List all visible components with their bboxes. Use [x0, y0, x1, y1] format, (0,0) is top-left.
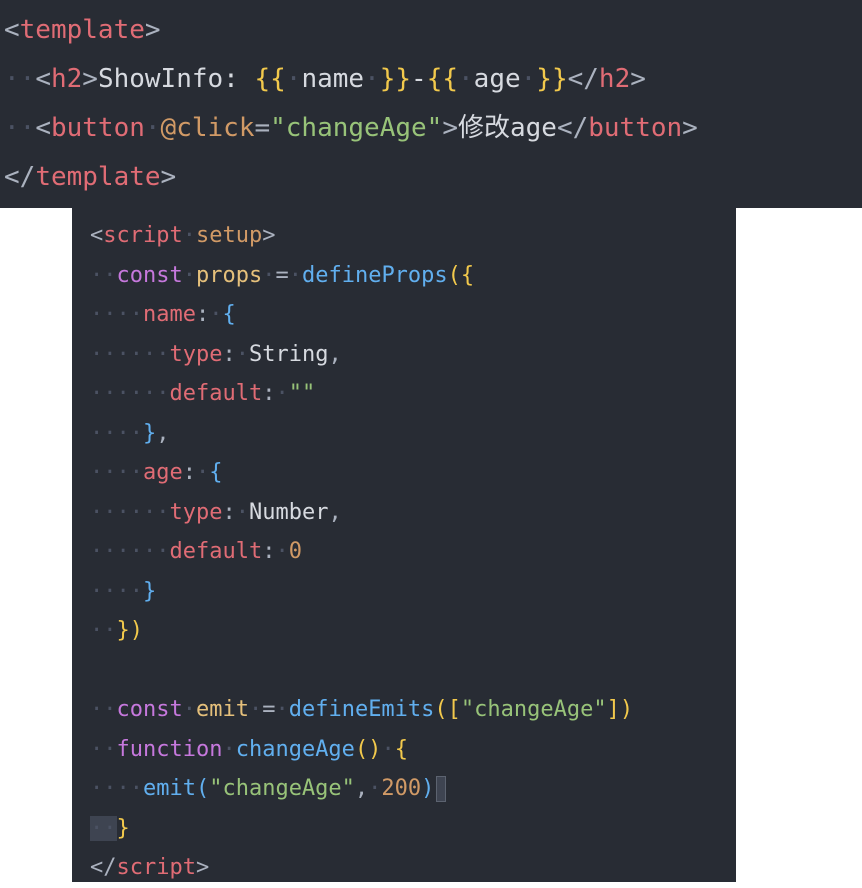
code-line: ··const·props·=·defineProps({: [90, 262, 475, 288]
setup-attr: setup: [195, 223, 263, 248]
type-number: Number: [248, 499, 329, 525]
tag-template-open: template: [19, 15, 145, 45]
empty-string: "": [288, 381, 316, 406]
template-code-panel[interactable]: <template> ··<h2>ShowInfo: {{·name·}}-{{…: [0, 0, 862, 208]
code-line: ······type:·String,: [90, 341, 342, 367]
code-line: ··}): [90, 618, 143, 643]
code-line: ····},: [90, 420, 170, 446]
string-changeAge: "changeAge": [460, 697, 607, 722]
var-emit: emit: [195, 697, 249, 722]
text-cursor: [436, 776, 447, 802]
code-line: <script·setup>: [90, 223, 276, 248]
fn-emit-call: emit: [142, 776, 196, 801]
button-text: 修改age: [457, 113, 557, 143]
key-type: type: [169, 499, 223, 525]
code-line: ····age:·{: [90, 460, 223, 485]
code-line: ····name:·{: [90, 302, 236, 327]
name-interp: name: [301, 64, 365, 94]
fn-defineEmits: defineEmits: [288, 697, 435, 722]
key-name: name: [142, 302, 196, 327]
code-line: ····}: [90, 578, 157, 604]
code-line: ······default:·"": [90, 381, 316, 406]
code-line: <template>: [4, 15, 161, 45]
fn-changeAge: changeAge: [235, 736, 355, 762]
key-default: default: [169, 381, 263, 406]
script-code-panel[interactable]: <script·setup> ··const·props·=·definePro…: [72, 208, 736, 882]
h2-text: ShowInfo:: [97, 64, 255, 94]
key-default: default: [169, 539, 263, 564]
code-line: ··<h2>ShowInfo: {{·name·}}-{{·age·}}</h2…: [4, 64, 646, 94]
code-line: ··}: [90, 815, 130, 841]
tag-template-close: template: [35, 162, 161, 192]
click-value: "changeAge": [270, 113, 443, 143]
string-changeAge: "changeAge": [209, 776, 355, 801]
click-attr: @click: [160, 113, 255, 143]
tag-script-close: script: [116, 855, 196, 880]
code-line: ····emit("changeAge",·200): [72, 769, 736, 809]
tag-button-close: button: [588, 113, 683, 143]
keyword-function: function: [116, 736, 223, 762]
tag-h2-close: h2: [598, 64, 631, 94]
number-200: 200: [381, 776, 422, 801]
type-string: String: [248, 341, 329, 367]
code-line: </template>: [4, 162, 177, 192]
code-line: ··const·emit·=·defineEmits(["changeAge"]…: [90, 697, 634, 722]
code-line: ··<button·@click="changeAge">修改age</butt…: [4, 113, 698, 143]
tag-button-open: button: [50, 113, 145, 143]
tag-h2-open: h2: [50, 64, 83, 94]
code-line: ······type:·Number,: [90, 499, 342, 525]
number-zero: 0: [288, 539, 302, 564]
age-interp: age: [473, 64, 521, 94]
code-line: ··function·changeAge()·{: [90, 736, 408, 762]
code-line: ······default:·0: [90, 539, 302, 564]
keyword-const: const: [116, 697, 183, 722]
var-props: props: [195, 262, 263, 288]
key-age: age: [142, 460, 183, 485]
fn-defineProps: defineProps: [301, 262, 448, 288]
tag-script-open: script: [103, 223, 183, 248]
key-type: type: [169, 341, 223, 367]
separator: -: [411, 64, 427, 94]
keyword-const: const: [116, 262, 183, 288]
